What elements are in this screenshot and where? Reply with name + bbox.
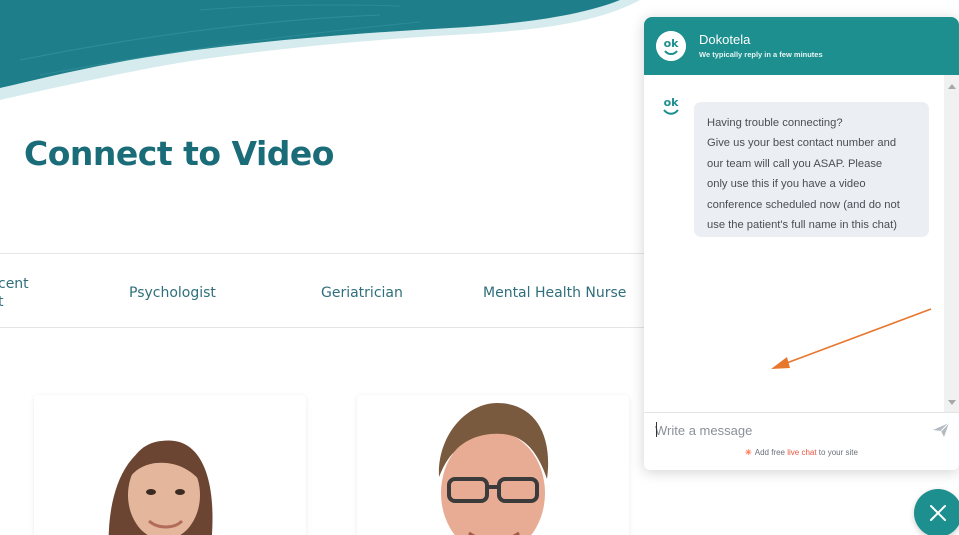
filter-tab-partial[interactable]: cent t (0, 275, 29, 311)
chat-brand-name: Dokotela (699, 32, 751, 47)
powered-suffix: to your site (816, 448, 858, 457)
powered-by-footer: ✳ Add free live chat to your site (644, 448, 959, 457)
filter-tab-geriatrician[interactable]: Geriatrician (321, 285, 403, 301)
message-line: Give us your best contact number and (707, 137, 897, 150)
powered-prefix: Add free (754, 448, 788, 457)
filter-tab-psychologist[interactable]: Psychologist (129, 285, 216, 301)
message-line: Having trouble connecting? (707, 117, 843, 129)
agent-message-bubble: Having trouble connecting? Give us your … (694, 102, 929, 237)
chat-scrollbar[interactable] (944, 75, 959, 412)
message-line: use the patient's full name in this chat… (707, 219, 897, 232)
chat-header: ok Dokotela We typically reply in a few … (644, 17, 959, 75)
specialty-filter-bar: cent t Psychologist Geriatrician Mental … (0, 253, 660, 328)
message-input[interactable] (655, 419, 915, 441)
live-chat-link[interactable]: live chat (787, 448, 816, 457)
chat-status: We typically reply in a few minutes (699, 50, 823, 59)
chat-messages: ok Having trouble connecting? Give us yo… (644, 75, 944, 412)
hubspot-icon: ✳ (745, 448, 752, 457)
close-icon (930, 505, 946, 521)
brand-logo-text: ok (664, 37, 680, 50)
message-line: our team will call you ASAP. Please (707, 157, 883, 170)
doctor-photo (108, 440, 213, 535)
send-icon[interactable] (932, 422, 950, 438)
scroll-up-arrow-icon[interactable] (948, 84, 956, 89)
agent-avatar-icon: ok (663, 96, 680, 115)
page-title: Connect to Video (24, 134, 334, 173)
scroll-down-arrow-icon[interactable] (948, 400, 956, 405)
hero-wave-graphic (0, 0, 640, 100)
live-chat-widget: ok Dokotela We typically reply in a few … (644, 17, 959, 470)
doctor-card[interactable] (357, 395, 629, 535)
chat-composer: ✳Add free live chat to your site (644, 412, 959, 470)
close-chat-button[interactable] (914, 489, 959, 535)
message-line: conference scheduled now (and do not (707, 198, 900, 211)
text-caret (656, 422, 657, 437)
doctor-photo (438, 403, 549, 535)
message-line: only use this if you have a video (707, 178, 866, 191)
agent-avatar-text: ok (664, 96, 680, 109)
brand-logo-icon: ok (656, 31, 686, 61)
doctor-card[interactable] (34, 395, 306, 535)
filter-tab-mental-health-nurse[interactable]: Mental Health Nurse (483, 285, 626, 301)
